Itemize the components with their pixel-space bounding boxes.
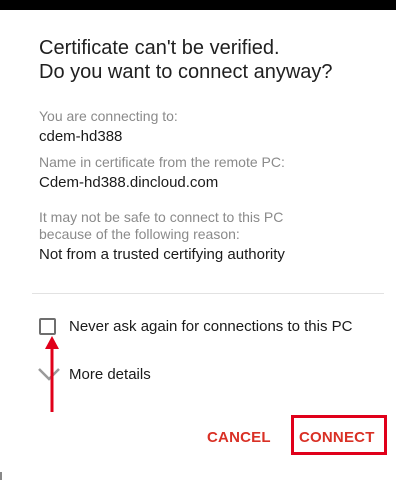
corner-mark: [0, 472, 2, 480]
cancel-button[interactable]: CANCEL: [207, 429, 271, 447]
certificate-name-value: Cdem-hd388.dincloud.com: [39, 174, 219, 191]
divider: [32, 293, 384, 294]
more-details-label: More details: [69, 366, 151, 383]
never-ask-checkbox[interactable]: [39, 318, 56, 335]
chevron-down-icon: [38, 368, 60, 381]
status-bar: [0, 0, 396, 10]
connecting-to-value: cdem-hd388: [39, 128, 123, 145]
certificate-dialog: Certificate can't be verified. Do you wa…: [0, 10, 396, 480]
dialog-title: Certificate can't be verified. Do you wa…: [39, 37, 333, 83]
certificate-name-label: Name in certificate from the remote PC:: [39, 154, 285, 170]
reason-value: Not from a trusted certifying authority: [39, 246, 285, 263]
connect-button[interactable]: CONNECT: [299, 429, 375, 447]
connecting-to-label: You are connecting to:: [39, 108, 178, 124]
never-ask-label[interactable]: Never ask again for connections to this …: [69, 318, 352, 336]
reason-label: It may not be safe to connect to this PC…: [39, 209, 284, 242]
